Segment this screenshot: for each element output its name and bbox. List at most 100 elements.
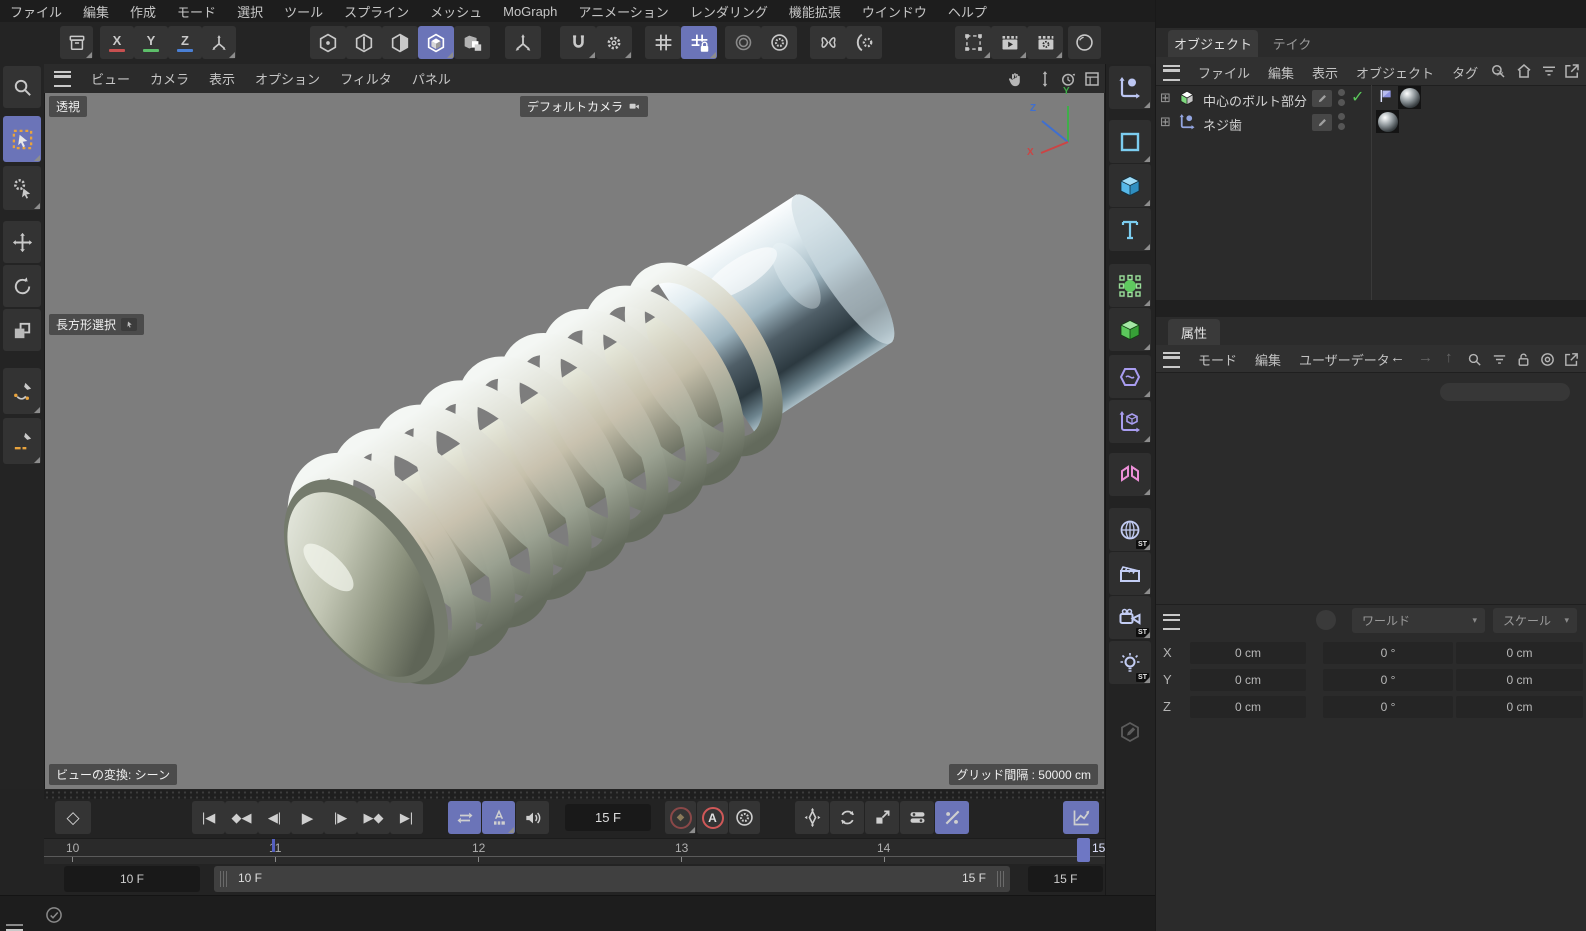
- menu-help[interactable]: ヘルプ: [948, 2, 987, 21]
- attr-search-button[interactable]: [1466, 351, 1483, 368]
- viewport-menu-view[interactable]: ビュー: [91, 69, 130, 88]
- panel-splitter[interactable]: [1156, 300, 1586, 317]
- om-undock-button[interactable]: [1563, 62, 1581, 80]
- tool-options-mini-button[interactable]: [121, 318, 137, 331]
- volume-button[interactable]: [516, 801, 549, 834]
- scene-helper-button[interactable]: [1109, 400, 1151, 443]
- position-x-field[interactable]: 0 cm: [1190, 642, 1306, 664]
- polygon-object-icon[interactable]: [1178, 89, 1196, 107]
- snap-settings-button[interactable]: [596, 26, 632, 59]
- material-tag[interactable]: [1376, 110, 1399, 133]
- symmetry-toggle-button[interactable]: [810, 26, 846, 59]
- move-tool[interactable]: [3, 221, 41, 263]
- scale-tool[interactable]: [3, 309, 41, 351]
- stage-object-button[interactable]: [1109, 552, 1151, 595]
- menu-select[interactable]: 選択: [237, 2, 263, 21]
- menu-file[interactable]: ファイル: [10, 2, 62, 21]
- polygons-mode-button[interactable]: [382, 26, 418, 59]
- modeling-settings-button[interactable]: [846, 26, 882, 59]
- attr-track-button[interactable]: [1539, 351, 1556, 368]
- scale-x-field[interactable]: 0 cm: [1456, 642, 1583, 664]
- lock-x-axis-button[interactable]: X: [100, 26, 134, 59]
- om-menu-objects[interactable]: オブジェクト: [1356, 63, 1434, 82]
- render-region-button[interactable]: [955, 26, 991, 59]
- text-object-button[interactable]: [1109, 208, 1151, 251]
- undo-history-button[interactable]: [60, 26, 93, 59]
- record-keyframe-button[interactable]: ◆: [665, 801, 696, 834]
- menu-edit[interactable]: 編集: [83, 2, 109, 21]
- om-filter-button[interactable]: [1540, 62, 1558, 80]
- object-visibility-dots[interactable]: [1338, 89, 1345, 106]
- edges-mode-button[interactable]: [346, 26, 382, 59]
- om-menu-edit[interactable]: 編集: [1268, 63, 1294, 82]
- rotation-h-field[interactable]: 0 °: [1323, 642, 1453, 664]
- volume-symmetry-button[interactable]: [1109, 453, 1151, 496]
- primitive-cube-button[interactable]: [1109, 164, 1151, 207]
- viewport-menu-icon[interactable]: [54, 71, 71, 87]
- lock-y-axis-button[interactable]: Y: [134, 26, 168, 59]
- lock-z-axis-button[interactable]: Z: [168, 26, 202, 59]
- key-scale-button[interactable]: [865, 801, 899, 834]
- coordinates-menu-icon[interactable]: [1163, 614, 1180, 630]
- menu-mode[interactable]: モード: [177, 2, 216, 21]
- menu-window[interactable]: ウインドウ: [862, 2, 927, 21]
- keyframe-marker[interactable]: [272, 839, 275, 852]
- attr-up-button[interactable]: ↑: [1445, 349, 1453, 366]
- previous-frame-button[interactable]: ◀|: [258, 801, 291, 834]
- key-parameter-button[interactable]: [900, 801, 934, 834]
- workplane-button[interactable]: [645, 26, 681, 59]
- material-tag[interactable]: [1398, 86, 1421, 109]
- om-menu-file[interactable]: ファイル: [1198, 63, 1250, 82]
- interactive-render-button[interactable]: [725, 26, 761, 59]
- spline-primitive-button[interactable]: [1109, 120, 1151, 163]
- viewport-toggle-layout-button[interactable]: [1083, 70, 1101, 88]
- viewport-menu-display[interactable]: 表示: [209, 69, 235, 88]
- key-point-level-animation-button[interactable]: [935, 801, 969, 834]
- tab-objects[interactable]: オブジェクト: [1168, 30, 1258, 57]
- spline-smooth-pen-tool[interactable]: [3, 368, 41, 414]
- coordinates-apply-button[interactable]: [1316, 610, 1336, 630]
- key-position-button[interactable]: [795, 801, 829, 834]
- texture-mode-button[interactable]: [454, 26, 490, 59]
- keyframe-settings-button[interactable]: [729, 801, 760, 834]
- generator-button[interactable]: [1109, 308, 1151, 351]
- range-slider-left-grip[interactable]: [220, 871, 227, 887]
- loop-playback-button[interactable]: [448, 801, 481, 834]
- coordinate-system-button[interactable]: [202, 26, 236, 59]
- model-mode-button[interactable]: [418, 26, 454, 59]
- range-end-field[interactable]: 15 F: [1028, 866, 1103, 892]
- attr-menu-edit[interactable]: 編集: [1255, 350, 1281, 369]
- key-rotation-button[interactable]: [830, 801, 864, 834]
- om-menu-tags[interactable]: タグ: [1452, 63, 1478, 82]
- render-settings-circle-button[interactable]: [761, 26, 797, 59]
- enable-axis-button[interactable]: [505, 26, 541, 59]
- range-slider[interactable]: 10 F 15 F: [214, 866, 1010, 892]
- go-to-start-button[interactable]: |◀: [192, 801, 225, 834]
- viewport-search-button[interactable]: [3, 66, 41, 108]
- viewport-menu-panel[interactable]: パネル: [412, 69, 451, 88]
- next-frame-button[interactable]: |▶: [324, 801, 357, 834]
- lock-workplane-button[interactable]: [681, 26, 717, 59]
- status-check-button[interactable]: [44, 905, 64, 925]
- timeline-window-button[interactable]: [1063, 801, 1099, 834]
- object-edit-toggle[interactable]: [1312, 114, 1332, 131]
- next-key-button[interactable]: ▶◆: [357, 801, 390, 834]
- tab-take[interactable]: テイク: [1262, 30, 1322, 57]
- rotate-tool[interactable]: [3, 265, 41, 307]
- viewport-canvas[interactable]: [45, 93, 1104, 789]
- menu-mesh[interactable]: メッシュ: [430, 2, 482, 21]
- transform-space-dropdown[interactable]: ワールド▾: [1352, 608, 1485, 633]
- menu-create[interactable]: 作成: [130, 2, 156, 21]
- menu-spline[interactable]: スプライン: [344, 2, 409, 21]
- play-button[interactable]: ▶: [291, 801, 324, 834]
- attributes-menu-icon[interactable]: [1163, 352, 1180, 368]
- sky-object-button[interactable]: ST: [1109, 508, 1151, 551]
- object-manager-menu-icon[interactable]: [1163, 65, 1180, 81]
- position-z-field[interactable]: 0 cm: [1190, 696, 1306, 718]
- object-name[interactable]: 中心のボルト部分: [1203, 91, 1307, 110]
- attr-lock-button[interactable]: [1515, 351, 1532, 368]
- render-to-picture-viewer-button[interactable]: [991, 26, 1027, 59]
- simulate-button[interactable]: [1068, 26, 1101, 59]
- attr-menu-userdata[interactable]: ユーザーデータ: [1299, 350, 1390, 369]
- field-object-button[interactable]: [1109, 264, 1151, 307]
